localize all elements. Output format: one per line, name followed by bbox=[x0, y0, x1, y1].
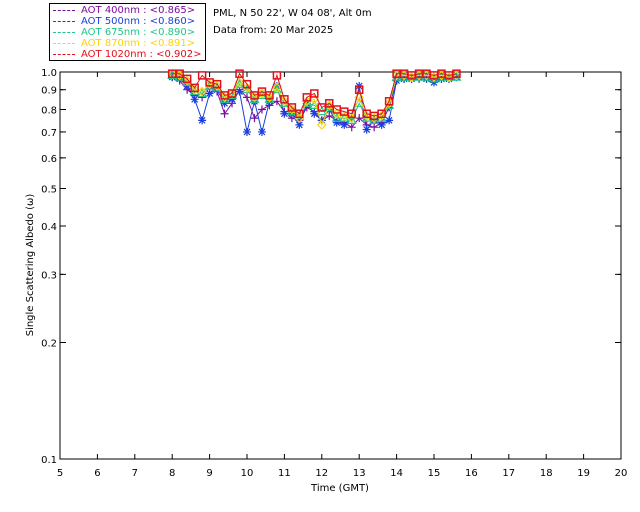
data-point bbox=[385, 116, 394, 125]
x-tick-label: 19 bbox=[577, 468, 590, 479]
y-tick-label: 0.9 bbox=[41, 86, 57, 97]
x-tick-label: 16 bbox=[465, 468, 478, 479]
x-tick-label: 9 bbox=[206, 468, 212, 479]
y-tick-label: 0.2 bbox=[41, 339, 57, 350]
data-point bbox=[257, 127, 266, 136]
y-axis-label: Single Scattering Albedo (ω) bbox=[25, 194, 36, 337]
y-tick-label: 0.5 bbox=[41, 184, 57, 195]
data-point bbox=[377, 120, 386, 129]
data-point bbox=[243, 127, 251, 136]
y-tick-label: 0.4 bbox=[41, 222, 57, 233]
x-tick-label: 18 bbox=[540, 468, 553, 479]
legend-swatch bbox=[53, 43, 75, 44]
x-tick-label: 8 bbox=[169, 468, 175, 479]
date-info: Data from: 20 Mar 2025 bbox=[213, 25, 334, 36]
series-layer bbox=[167, 68, 462, 136]
legend-label: AOT 870nm : <0.891> bbox=[81, 38, 196, 49]
legend-label: AOT 1020nm : <0.902> bbox=[81, 49, 202, 60]
chart-legend: AOT 400nm : <0.865> AOT 500nm : <0.860> AO… bbox=[49, 3, 206, 61]
plot-frame bbox=[59, 71, 622, 460]
data-point bbox=[340, 120, 349, 129]
y-tick-label: 0.6 bbox=[41, 154, 57, 165]
x-tick-label: 20 bbox=[615, 468, 628, 479]
x-tick-label: 12 bbox=[315, 468, 328, 479]
data-point bbox=[310, 109, 319, 118]
x-tick-label: 14 bbox=[390, 468, 403, 479]
legend-swatch bbox=[53, 10, 75, 11]
data-point bbox=[205, 89, 214, 98]
x-tick-label: 17 bbox=[502, 468, 515, 479]
legend-swatch bbox=[53, 32, 75, 33]
data-point bbox=[198, 116, 207, 125]
x-tick-label: 7 bbox=[132, 468, 138, 479]
x-tick-label: 11 bbox=[278, 468, 291, 479]
x-axis-label: Time (GMT) bbox=[310, 483, 369, 494]
x-tick-label: 5 bbox=[57, 468, 63, 479]
legend-label: AOT 675nm : <0.890> bbox=[81, 27, 196, 38]
x-tick-label: 13 bbox=[353, 468, 366, 479]
legend-label: AOT 400nm : <0.865> bbox=[81, 5, 196, 16]
legend-swatch bbox=[53, 54, 75, 55]
x-tick-label: 15 bbox=[428, 468, 441, 479]
x-tick-label: 6 bbox=[94, 468, 100, 479]
y-tick-label: 0.1 bbox=[41, 455, 57, 466]
legend-label: AOT 500nm : <0.860> bbox=[81, 16, 196, 27]
site-info: PML, N 50 22', W 04 08', Alt 0m bbox=[213, 8, 372, 19]
chart-plot: 5 6 7 8 9 10 11 12 13 14 15 16 17 18 19 20 0.1 0.2 0.3 0.4 0… bbox=[25, 68, 627, 494]
data-point bbox=[362, 125, 371, 134]
legend-swatch bbox=[53, 21, 75, 22]
y-tick-label: 1.0 bbox=[41, 68, 57, 79]
y-tick-label: 0.7 bbox=[41, 128, 57, 139]
x-tick-label: 10 bbox=[241, 468, 254, 479]
y-tick-label: 0.8 bbox=[41, 106, 57, 117]
data-point bbox=[280, 109, 289, 118]
axis-ticks: 5 6 7 8 9 10 11 12 13 14 15 16 17 18 19 20 0.1 0.2 0.3 0.4 0… bbox=[41, 68, 627, 479]
y-tick-label: 0.3 bbox=[41, 270, 57, 281]
data-point bbox=[220, 109, 229, 118]
